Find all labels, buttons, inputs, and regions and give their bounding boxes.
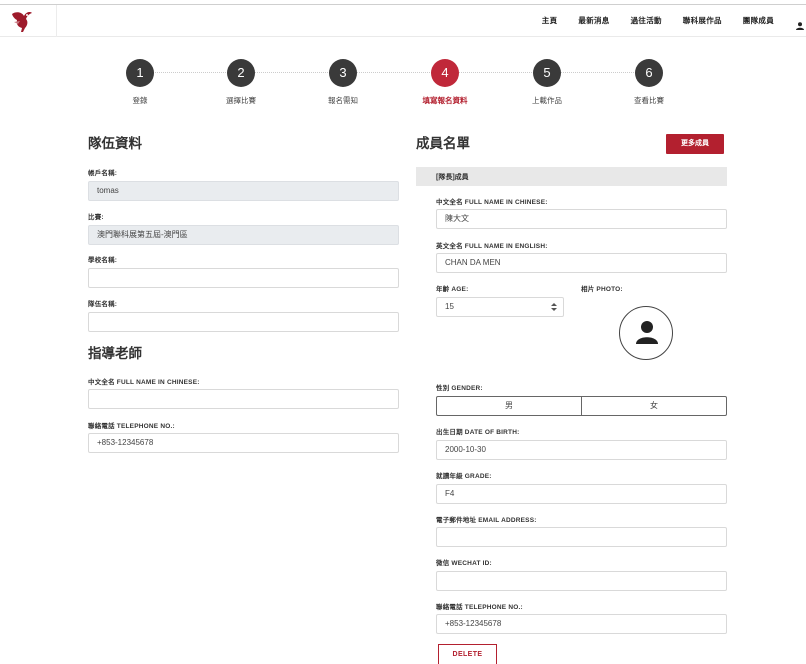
members-section-title: 成員名單 bbox=[416, 136, 470, 151]
step-2: 2 選擇比賽 bbox=[201, 59, 281, 106]
account-field: tomas bbox=[88, 181, 399, 201]
step-1: 1 登錄 bbox=[100, 59, 180, 106]
step-3: 3 報名需知 bbox=[303, 59, 383, 106]
captain-label: [隊長]成員 bbox=[436, 174, 469, 181]
captain-header: [隊長]成員 bbox=[416, 167, 727, 186]
step-number: 3 bbox=[329, 59, 357, 87]
team-name-label: 隊伍名稱: bbox=[88, 301, 118, 308]
step-label: 填寫報名資料 bbox=[422, 96, 468, 105]
step-4-active: 4 填寫報名資料 bbox=[405, 59, 485, 106]
competition-label: 比賽: bbox=[88, 214, 104, 221]
member-email-input[interactable] bbox=[436, 527, 727, 547]
step-number: 1 bbox=[126, 59, 154, 87]
competition-field: 澳門聯科展第五屆-澳門區 bbox=[88, 225, 399, 245]
crane-logo-icon[interactable] bbox=[8, 8, 34, 34]
nav-links: 主頁 最新消息 過往活動 聯科展作品 團隊成員 bbox=[542, 15, 774, 26]
photo-upload[interactable] bbox=[619, 306, 673, 360]
step-label: 查看比賽 bbox=[634, 96, 664, 105]
member-wechat-input[interactable] bbox=[436, 571, 727, 591]
team-name-input[interactable] bbox=[88, 312, 399, 332]
member-cn-name-input[interactable]: 陳大文 bbox=[436, 209, 727, 229]
top-navbar: 主頁 最新消息 過往活動 聯科展作品 團隊成員 bbox=[0, 5, 806, 37]
member-en-name-label: 英文全名 FULL NAME IN ENGLISH: bbox=[436, 243, 548, 250]
user-icon[interactable] bbox=[796, 17, 804, 30]
step-number: 4 bbox=[431, 59, 459, 87]
member-email-label: 電子郵件地址 EMAIL ADDRESS: bbox=[436, 517, 537, 524]
member-phone-input[interactable]: +853-12345678 bbox=[436, 614, 727, 634]
step-6: 6 查看比賽 bbox=[609, 59, 689, 106]
add-member-button[interactable]: 更多成員 bbox=[666, 134, 724, 154]
member-phone-label: 聯絡電話 TELEPHONE NO.: bbox=[436, 604, 523, 611]
member-cn-name-label: 中文全名 FULL NAME IN CHINESE: bbox=[436, 199, 548, 206]
progress-stepper: 1 登錄 2 選擇比賽 3 報名需知 4 填寫報名資料 5 上載作品 6 查看比… bbox=[88, 59, 700, 109]
delete-member-button[interactable]: DELETE bbox=[438, 644, 497, 664]
member-en-name-input[interactable]: CHAN DA MEN bbox=[436, 253, 727, 273]
nav-link-past-events[interactable]: 過往活動 bbox=[631, 15, 662, 26]
member-photo-label: 相片 PHOTO: bbox=[581, 286, 623, 293]
member-age-value: 15 bbox=[445, 302, 454, 311]
member-age-input[interactable]: 15 bbox=[436, 297, 564, 317]
step-label: 選擇比賽 bbox=[226, 96, 256, 105]
member-grade-label: 就讀年級 GRADE: bbox=[436, 473, 492, 480]
member-grade-input[interactable]: F4 bbox=[436, 484, 727, 504]
nav-link-team[interactable]: 團隊成員 bbox=[743, 15, 774, 26]
teacher-name-label: 中文全名 FULL NAME IN CHINESE: bbox=[88, 379, 200, 386]
gender-toggle: 男 女 bbox=[436, 396, 727, 416]
member-dob-label: 出生日期 DATE OF BIRTH: bbox=[436, 429, 520, 436]
member-gender-label: 性別 GENDER: bbox=[436, 385, 483, 392]
step-number: 6 bbox=[635, 59, 663, 87]
gender-male-option[interactable]: 男 bbox=[437, 397, 581, 415]
school-input[interactable] bbox=[88, 268, 399, 288]
step-5: 5 上載作品 bbox=[507, 59, 587, 106]
team-section-title: 隊伍資料 bbox=[88, 136, 142, 151]
nav-link-news[interactable]: 最新消息 bbox=[578, 15, 609, 26]
nav-link-works[interactable]: 聯科展作品 bbox=[683, 15, 722, 26]
member-wechat-label: 微信 WECHAT ID: bbox=[436, 560, 492, 567]
step-number: 2 bbox=[227, 59, 255, 87]
step-number: 5 bbox=[533, 59, 561, 87]
nav-link-home[interactable]: 主頁 bbox=[542, 15, 558, 26]
step-label: 上載作品 bbox=[532, 96, 562, 105]
teacher-phone-input[interactable]: +853-12345678 bbox=[88, 433, 399, 453]
teacher-name-input[interactable] bbox=[88, 389, 399, 409]
logo-divider bbox=[56, 5, 57, 37]
member-dob-input[interactable]: 2000-10-30 bbox=[436, 440, 727, 460]
avatar-placeholder-icon bbox=[636, 321, 658, 344]
step-label: 登錄 bbox=[132, 96, 148, 105]
member-age-label: 年齡 AGE: bbox=[436, 286, 469, 293]
gender-female-option[interactable]: 女 bbox=[581, 397, 726, 415]
teacher-phone-label: 聯絡電話 TELEPHONE NO.: bbox=[88, 423, 175, 430]
number-spinner-icon[interactable] bbox=[550, 302, 558, 312]
account-label: 帳戶名稱: bbox=[88, 170, 118, 177]
school-label: 學校名稱: bbox=[88, 257, 118, 264]
step-label: 報名需知 bbox=[328, 96, 358, 105]
teacher-section-title: 指導老師 bbox=[88, 346, 142, 361]
